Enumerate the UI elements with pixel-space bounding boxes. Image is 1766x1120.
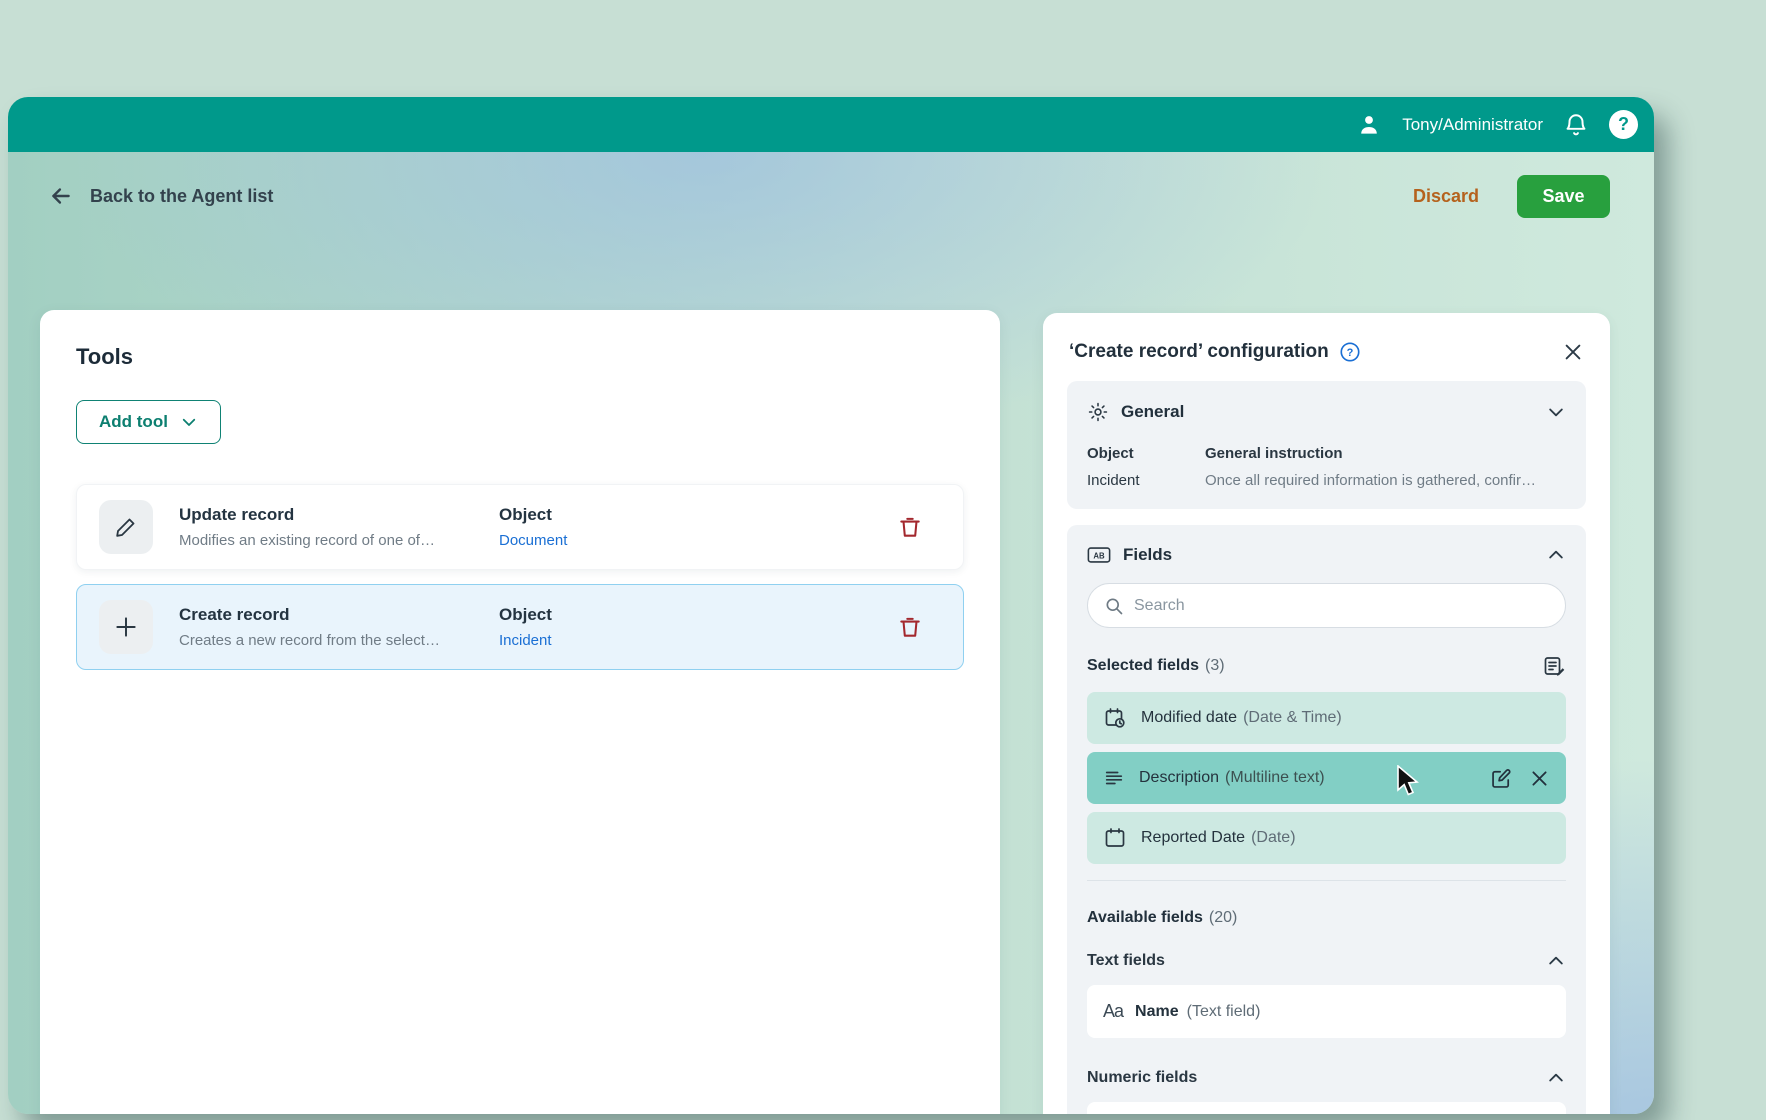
add-tool-button[interactable]: Add tool (76, 400, 221, 444)
numeric-fields-group-label: Numeric fields (1087, 1069, 1198, 1086)
create-record-configuration-panel: ‘Create record’ configuration ? General (1043, 313, 1610, 1114)
tools-panel-title: Tools (76, 344, 134, 369)
pencil-icon (99, 500, 153, 554)
close-panel-icon[interactable] (1562, 341, 1584, 363)
available-fields-count: (20) (1208, 909, 1238, 926)
back-arrow-icon (48, 183, 74, 209)
tool-description: Modifies an existing record of one of… (179, 532, 435, 549)
text-fields-group-header[interactable]: Text fields (1087, 951, 1566, 971)
remove-field-icon[interactable] (1529, 768, 1550, 789)
tool-description: Creates a new record from the select… (179, 632, 440, 649)
discard-button[interactable]: Discard (1413, 186, 1479, 207)
general-summary: Object General instruction Incident Once… (1087, 445, 1566, 489)
general-instruction-value: Once all required information is gathere… (1205, 472, 1536, 489)
tool-object: Object Document (499, 505, 897, 549)
tool-name: Update record (179, 505, 295, 524)
selected-fields-count: (3) (1205, 657, 1225, 674)
object-column-label: Object (499, 505, 552, 524)
selected-fields-header: Selected fields (3) (1087, 654, 1566, 678)
chevron-up-icon[interactable] (1546, 951, 1566, 971)
config-panel-header: ‘Create record’ configuration ? (1067, 335, 1586, 381)
field-chip-modified-date[interactable]: Modified date (Date & Time) (1087, 692, 1566, 744)
available-field-name[interactable]: Aa Name (Text field) (1087, 985, 1566, 1038)
add-tool-button-label: Add tool (99, 412, 168, 431)
field-chip-name: Modified date (1141, 709, 1238, 726)
field-search (1087, 583, 1566, 628)
general-section-card: General Object General instruction Incid… (1067, 381, 1586, 509)
back-to-agent-list-link[interactable]: Back to the Agent list (48, 183, 273, 209)
delete-tool-button[interactable] (897, 614, 923, 640)
tool-list: Update record Modifies an existing recor… (76, 484, 964, 670)
plus-icon (99, 600, 153, 654)
text-fields-group-label: Text fields (1087, 952, 1165, 969)
app-background: Back to the Agent list Discard Save Tool… (8, 152, 1654, 1114)
help-icon[interactable]: ? (1609, 110, 1638, 139)
text-field-aa-icon: Aa (1103, 1001, 1124, 1021)
calendar-clock-icon (1103, 706, 1127, 730)
back-link-label: Back to the Agent list (90, 185, 274, 206)
topbar: Tony/Administrator ? (8, 97, 1654, 152)
fields-section-header[interactable]: AB Fields (1087, 545, 1566, 565)
general-object-label: Object (1087, 445, 1134, 462)
gear-icon (1087, 401, 1109, 423)
object-value-link[interactable]: Document (499, 532, 897, 549)
available-field-label: Name (1135, 1002, 1179, 1020)
general-instruction-label: General instruction (1205, 445, 1343, 462)
tool-info: Update record Modifies an existing recor… (179, 505, 479, 549)
selected-fields-label: Selected fields (1087, 657, 1200, 674)
field-chip-type: (Date & Time) (1243, 709, 1342, 726)
divider (1087, 880, 1566, 881)
object-value-link[interactable]: Incident (499, 632, 897, 649)
field-chip-description[interactable]: Description (Multiline text) (1087, 752, 1566, 804)
field-chip-type: (Multiline text) (1225, 769, 1325, 786)
chevron-down-icon (180, 413, 198, 431)
notifications-bell-icon[interactable] (1563, 112, 1589, 138)
search-input[interactable] (1134, 596, 1549, 615)
calendar-icon (1103, 826, 1127, 850)
tool-row-create-record[interactable]: Create record Creates a new record from … (76, 584, 964, 670)
chip-actions (1490, 767, 1550, 790)
chevron-up-icon[interactable] (1546, 545, 1566, 565)
app-window: Tony/Administrator ? Back to the Agent l… (8, 97, 1654, 1114)
tools-panel: Tools Add tool Update record Modifies an… (40, 310, 1000, 1114)
field-chip-reported-date[interactable]: Reported Date (Date) (1087, 812, 1566, 864)
tool-object: Object Incident (499, 605, 897, 649)
selected-fields-list: Modified date (Date & Time) Description … (1087, 692, 1566, 864)
username-label: Tony/Administrator (1402, 114, 1543, 134)
available-field-type: (Text field) (1186, 1002, 1261, 1020)
page-subheader: Back to the Agent list Discard Save (8, 152, 1654, 240)
svg-text:AB: AB (1093, 552, 1105, 561)
field-chip-type: (Date) (1251, 829, 1296, 846)
save-button[interactable]: Save (1517, 174, 1610, 218)
fields-ab-icon: AB (1087, 545, 1111, 565)
general-section-title: General (1121, 402, 1185, 421)
config-panel-title: ‘Create record’ configuration (1069, 341, 1329, 362)
fields-section-card: AB Fields Selected fields (3) (1067, 525, 1586, 1114)
fields-section-title: Fields (1123, 545, 1173, 564)
field-chip-name: Reported Date (1141, 829, 1246, 846)
available-fields-header: Available fields (20) (1087, 909, 1566, 927)
available-fields-label: Available fields (1087, 909, 1203, 926)
general-section-header[interactable]: General (1087, 401, 1566, 423)
search-icon (1104, 596, 1124, 616)
general-object-value: Incident (1087, 472, 1140, 489)
tool-row-update-record[interactable]: Update record Modifies an existing recor… (76, 484, 964, 570)
object-column-label: Object (499, 605, 552, 624)
tool-info: Create record Creates a new record from … (179, 605, 479, 649)
numeric-fields-group-header[interactable]: Numeric fields (1087, 1068, 1566, 1088)
field-chip-name: Description (1139, 769, 1220, 786)
svg-text:?: ? (1346, 347, 1353, 359)
header-actions: Discard Save (1413, 174, 1610, 218)
delete-tool-button[interactable] (897, 514, 923, 540)
edit-field-icon[interactable] (1490, 767, 1513, 790)
available-field-row-cutoff[interactable] (1087, 1102, 1566, 1114)
user-avatar-icon[interactable] (1356, 112, 1382, 138)
tool-name: Create record (179, 605, 290, 624)
multiline-text-icon (1103, 767, 1125, 789)
chevron-up-icon[interactable] (1546, 1068, 1566, 1088)
chevron-down-icon[interactable] (1546, 402, 1566, 422)
edit-selected-fields-icon[interactable] (1542, 654, 1566, 678)
config-help-icon[interactable]: ? (1339, 341, 1361, 363)
